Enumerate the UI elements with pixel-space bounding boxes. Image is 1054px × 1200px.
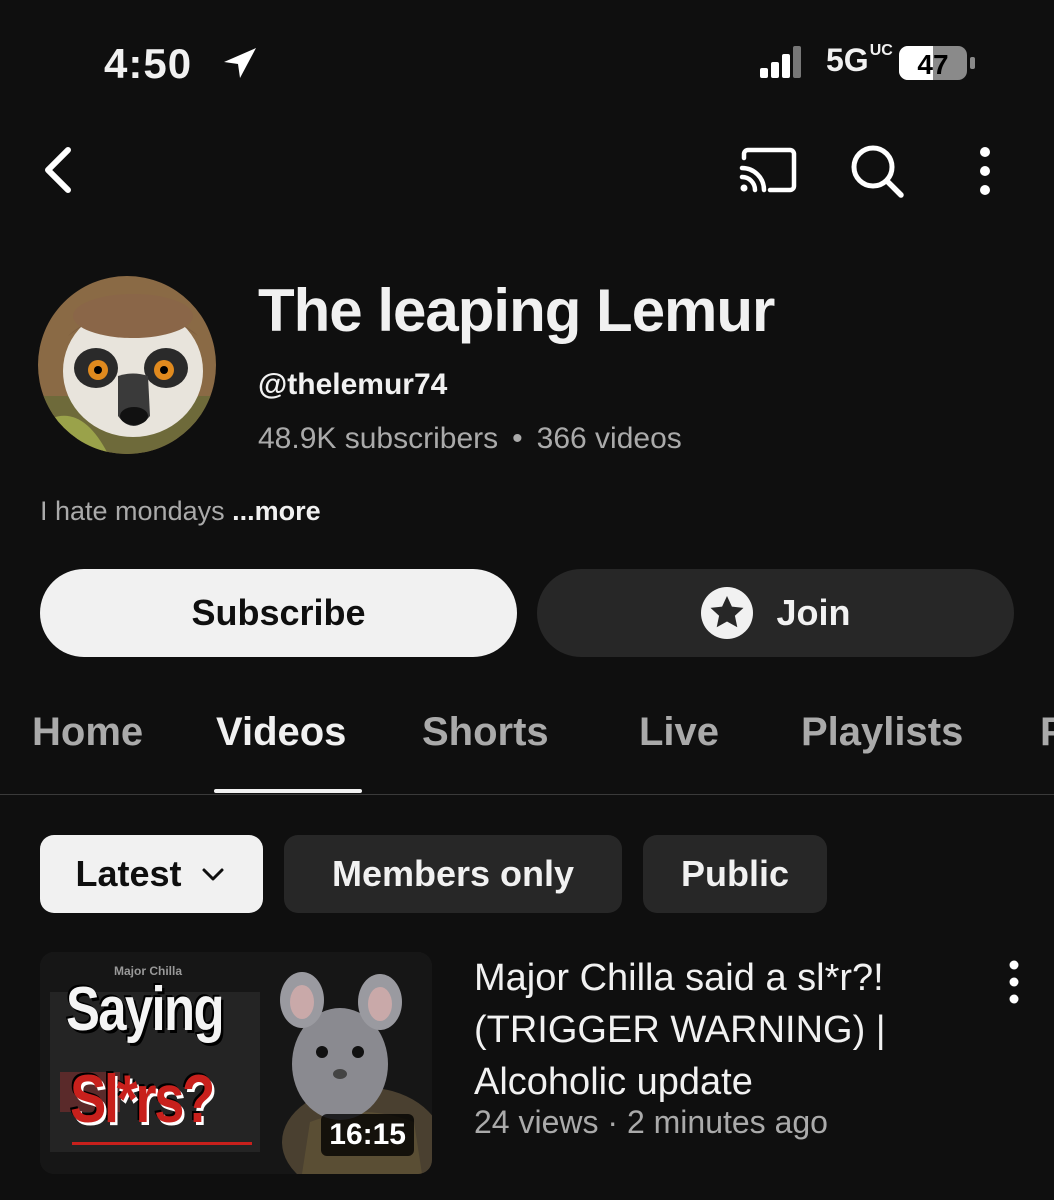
chevron-down-icon [202, 868, 224, 881]
tab-shorts[interactable]: Shorts [422, 710, 549, 755]
public-label: Public [680, 853, 790, 894]
video-count: 366 videos [536, 422, 682, 455]
video-thumbnail[interactable]: Major Chilla Saying Sl*rs? 16:15 [40, 952, 432, 1174]
lemur-avatar-image [38, 276, 216, 454]
video-duration-badge: 16:15 [321, 1114, 414, 1156]
channel-name: The leaping Lemur [258, 277, 775, 344]
thumbnail-underline [72, 1142, 252, 1145]
sort-latest-chip[interactable]: Latest [40, 835, 263, 913]
video-more-vert-icon[interactable] [1004, 958, 1024, 1006]
star-badge-icon [701, 587, 754, 639]
channel-avatar[interactable] [38, 276, 216, 454]
tab-playlists[interactable]: Playlists [801, 710, 963, 755]
public-chip[interactable]: Public [643, 835, 827, 913]
tabs-divider [0, 794, 1054, 795]
tab-home[interactable]: Home [32, 710, 143, 755]
description-more-link[interactable]: ...more [232, 496, 321, 526]
video-meta: 24 views · 2 minutes ago [474, 1104, 828, 1140]
location-arrow-icon [224, 48, 256, 78]
cast-icon[interactable] [738, 146, 800, 196]
join-button[interactable]: Join [537, 569, 1014, 657]
status-time: 4:50 [104, 40, 193, 87]
stats-separator: • [512, 422, 523, 455]
back-icon[interactable] [36, 144, 84, 196]
channel-stats: 48.9K subscribers • 366 videos [258, 422, 682, 456]
battery-level: 47 [917, 49, 948, 80]
active-tab-indicator [214, 789, 362, 793]
subscribe-label: Subscribe [191, 592, 366, 633]
join-label: Join [776, 592, 851, 633]
thumbnail-headline-2: Sl*rs? [70, 1061, 215, 1137]
channel-description[interactable]: I hate mondays ...more [40, 496, 321, 527]
subscribe-button[interactable]: Subscribe [40, 569, 517, 657]
search-icon[interactable] [848, 142, 906, 200]
more-vert-icon[interactable] [972, 144, 998, 198]
channel-handle: @thelemur74 [258, 368, 448, 401]
members-only-chip[interactable]: Members only [284, 835, 622, 913]
video-title[interactable]: Major Chilla said a sl*r?! (TRIGGER WARN… [474, 952, 974, 1108]
description-text: I hate mondays [40, 496, 225, 526]
network-sup: UC [869, 42, 893, 59]
tab-videos[interactable]: Videos [216, 710, 346, 755]
subscriber-count: 48.9K subscribers [258, 422, 499, 455]
members-label: Members only [331, 853, 575, 894]
thumbnail-headline-1: Saying [66, 975, 225, 1044]
tab-partial[interactable]: P [1040, 710, 1054, 755]
network-label: 5G [826, 42, 869, 78]
sort-label: Latest [75, 853, 182, 894]
tab-live[interactable]: Live [639, 710, 719, 755]
signal-bars-icon [760, 46, 801, 78]
network-type: 5GUC [826, 42, 893, 79]
battery-icon: 47 [899, 46, 975, 80]
